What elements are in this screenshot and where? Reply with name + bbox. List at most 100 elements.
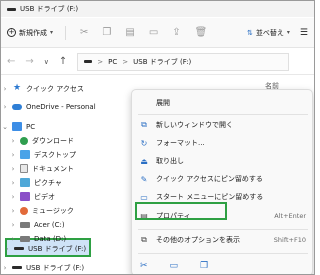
cut-icon[interactable]: ✂ — [80, 27, 88, 38]
chevron-right-icon[interactable]: › — [9, 151, 17, 159]
chevron-right-icon[interactable]: › — [9, 137, 17, 145]
recent-chevron-icon[interactable]: ∨ — [44, 58, 49, 66]
tree-item-label: Acer (C:) — [34, 220, 65, 229]
navigation-tree: › ★ クイック アクセス › OneDrive - Personal ⌄ PC… — [1, 77, 131, 274]
desktop-icon — [20, 150, 30, 159]
format-icon: ↻ — [140, 138, 148, 148]
breadcrumb-usb-drive[interactable]: USB ドライブ (F:) — [133, 57, 191, 67]
address-row: ← → ∨ ↑ > PC > USB ドライブ (F:) — [1, 49, 314, 75]
menu-item-label: 新しいウィンドウで開く — [156, 121, 233, 129]
chevron-right-icon[interactable]: › — [1, 85, 9, 93]
menu-item-open-new-window[interactable]: ⧉ 新しいウィンドウで開く — [132, 116, 314, 134]
address-bar[interactable]: > PC > USB ドライブ (F:) — [77, 52, 290, 71]
tree-item-label: USB ドライブ (F:) — [26, 263, 85, 272]
breadcrumb-separator: > — [122, 57, 129, 66]
tree-item-downloads[interactable]: › ダウンロード — [1, 133, 131, 148]
paste-icon[interactable]: ▤ — [125, 27, 134, 38]
up-arrow-icon[interactable]: ↑ — [59, 56, 67, 67]
usb-drive-icon — [84, 60, 93, 63]
tree-item-onedrive[interactable]: › OneDrive - Personal — [1, 99, 131, 114]
chevron-down-icon[interactable]: ⌄ — [1, 123, 9, 131]
menu-item-pin-quick-access[interactable]: ✎ クイック アクセスにピン留めする — [132, 170, 314, 188]
chevron-right-icon[interactable]: › — [1, 103, 9, 111]
properties-highlight-box — [135, 202, 227, 220]
menu-item-more-options[interactable]: ⧉ その他のオプションを表示 Shift+F10 — [132, 231, 314, 249]
rename-icon[interactable]: ▭ — [149, 27, 158, 38]
tree-item-desktop[interactable]: › デスクトップ — [1, 147, 131, 162]
menu-item-shortcut: Shift+F10 — [273, 236, 306, 244]
copy-icon[interactable]: ❐ — [102, 27, 111, 38]
chevron-right-icon[interactable]: › — [9, 179, 17, 187]
tree-item-music[interactable]: › ミュージック — [1, 203, 131, 218]
cut-icon[interactable]: ✂ — [140, 261, 148, 271]
rename-icon[interactable]: ▭ — [170, 261, 179, 271]
copy-icon[interactable]: ❐ — [200, 261, 208, 271]
drive-icon — [20, 221, 30, 228]
toolbar-divider — [65, 25, 67, 40]
menu-item-label: 取り出し — [156, 157, 184, 165]
back-arrow-icon[interactable]: ← — [7, 56, 15, 67]
tree-item-pictures[interactable]: › ピクチャ — [1, 175, 131, 190]
eject-icon: ⏏ — [140, 156, 148, 166]
sort-button[interactable]: ⇅ 並べ替え ▾ — [247, 28, 290, 38]
chevron-right-icon[interactable]: › — [9, 165, 17, 173]
tree-item-label: ダウンロード — [32, 136, 74, 145]
new-button-label: 新規作成 — [19, 28, 47, 37]
chevron-right-icon[interactable]: › — [9, 221, 17, 229]
sort-button-label: 並べ替え — [255, 28, 284, 37]
open-new-window-icon: ⧉ — [141, 120, 147, 129]
tree-item-label: PC — [26, 122, 36, 131]
tree-item-label: OneDrive - Personal — [26, 102, 96, 111]
chevron-right-icon[interactable]: › — [9, 207, 17, 215]
menu-item-shortcut: Alt+Enter — [274, 212, 306, 220]
breadcrumb-pc[interactable]: PC — [108, 58, 117, 66]
menu-item-eject[interactable]: ⏏ 取り出し — [132, 152, 314, 170]
chevron-right-icon[interactable]: › — [9, 193, 17, 201]
tree-item-label: デスクトップ — [34, 150, 76, 159]
sort-icon: ⇅ — [247, 28, 253, 37]
tree-item-quick-access[interactable]: › ★ クイック アクセス — [1, 81, 131, 96]
menu-item-label: フォーマット... — [156, 139, 205, 147]
start-menu-icon: ▭ — [140, 192, 148, 202]
menu-item-format[interactable]: ↻ フォーマット... — [132, 134, 314, 152]
chevron-down-icon: ▾ — [50, 29, 54, 36]
tree-item-drive-c[interactable]: › Acer (C:) — [1, 217, 131, 232]
pin-icon: ✎ — [140, 174, 148, 184]
usb-drive-icon — [7, 7, 16, 11]
tree-item-usb-drive[interactable]: › USB ドライブ (F:) — [1, 260, 131, 274]
menu-item-label: 展開 — [156, 99, 170, 107]
music-icon — [20, 206, 28, 215]
more-options-icon: ⧉ — [141, 235, 147, 244]
tree-item-usb-drive-selected[interactable]: › USB ドライブ (F:) — [1, 241, 131, 256]
chevron-down-icon: ▾ — [286, 29, 290, 36]
tree-item-label: ピクチャ — [34, 178, 62, 187]
tree-item-label: クイック アクセス — [26, 84, 84, 93]
menu-divider — [138, 114, 308, 115]
cloud-icon — [12, 103, 22, 110]
window-title: USB ドライブ (F:) — [20, 5, 79, 13]
view-menu-icon[interactable]: ☰ — [300, 28, 308, 38]
tree-item-pc[interactable]: ⌄ PC — [1, 119, 131, 134]
tree-item-label: ミュージック — [32, 206, 74, 215]
title-bar: USB ドライブ (F:) — [1, 1, 314, 17]
usb-drive-icon — [12, 266, 22, 269]
menu-item-expand[interactable]: 展開 — [132, 94, 314, 112]
tree-item-label: ドキュメント — [32, 164, 74, 173]
tree-item-label: USB ドライブ (F:) — [28, 244, 87, 253]
new-button[interactable]: + 新規作成 ▾ — [7, 28, 53, 38]
chevron-right-icon[interactable]: › — [3, 245, 11, 253]
menu-divider — [138, 253, 308, 254]
star-icon: ★ — [12, 83, 22, 93]
menu-item-label: クイック アクセスにピン留めする — [156, 175, 263, 183]
tree-item-documents[interactable]: › ドキュメント — [1, 161, 131, 176]
delete-icon[interactable]: 🗑 — [195, 27, 208, 38]
context-menu: 展開 ⧉ 新しいウィンドウで開く ↻ フォーマット... ⏏ 取り出し ✎ クイ… — [131, 89, 314, 274]
menu-item-label: その他のオプションを表示 — [156, 236, 240, 244]
context-menu-quick-actions: ✂ ▭ ❐ — [132, 256, 314, 274]
share-icon[interactable]: ⇪ — [172, 27, 180, 38]
chevron-right-icon[interactable]: › — [1, 264, 9, 272]
tree-item-videos[interactable]: › ビデオ — [1, 189, 131, 204]
tree-item-label: ビデオ — [34, 192, 55, 201]
pc-icon — [12, 122, 22, 131]
forward-arrow-icon[interactable]: → — [25, 56, 33, 67]
